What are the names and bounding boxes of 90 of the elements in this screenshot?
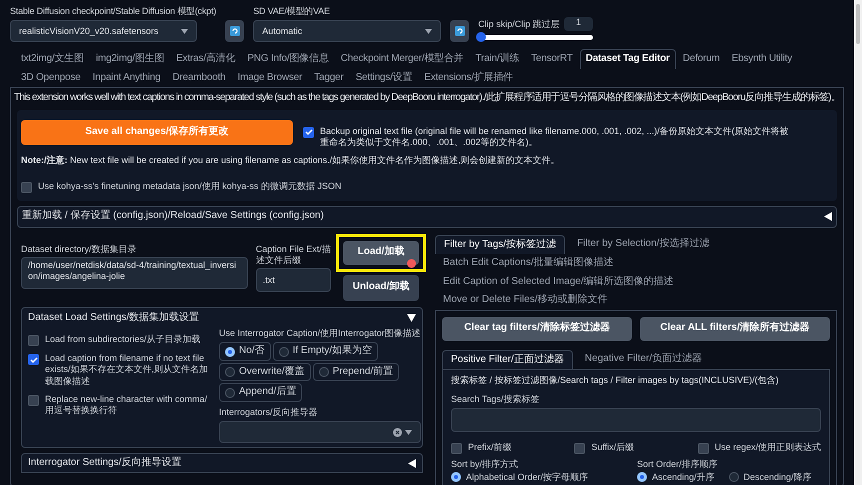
expand-icon[interactable] — [408, 458, 416, 468]
tab[interactable]: Checkpoint Merger/模型合并 — [336, 50, 468, 69]
checkbox[interactable] — [574, 442, 586, 454]
radio-option[interactable]: If Empty/如果为空 — [272, 342, 378, 361]
tab[interactable]: Train/训练 — [470, 50, 524, 69]
tab[interactable]: Filter by Selection/按选择过滤 — [569, 234, 718, 254]
tab[interactable]: Extras/高清化 — [171, 50, 240, 69]
tab[interactable]: Move or Delete Files/移动或删除文件 — [435, 291, 616, 310]
unload-button[interactable]: Unload/卸载 — [343, 274, 419, 300]
tab[interactable]: Ebsynth Utility — [726, 50, 797, 69]
model-dropdown[interactable]: Automatic — [253, 20, 442, 42]
checkbox-label: Backup original text file (original file will be renamed like filename.000, .001, .002, ...)/备份原始文本文件(原始文件将被重命名为类似于文件名.000、.001、.002等的文件名)。 — [320, 126, 790, 148]
note-text: Note:/注意: New text file will be created if you are using filename as captions./如果你使用文件名作为图像描述,则会创建新的文本文件。 — [21, 155, 561, 166]
checkbox[interactable] — [28, 394, 39, 406]
clear-button[interactable]: Clear tag filters/清除标签过滤器 — [442, 316, 632, 340]
checkbox[interactable] — [451, 442, 462, 454]
field-label: Stable Diffusion checkpoint/Stable Diffusion 模型(ckpt) — [10, 6, 216, 18]
caret-icon — [181, 28, 188, 34]
field-label: Dataset directory/数据集目录 — [21, 244, 138, 255]
clear-button[interactable]: Clear ALL filters/清除所有过滤器 — [640, 316, 830, 340]
directory-field[interactable]: /home/user/netdisk/data/sd-4/training/textual_inversion/images/angelina-jolie — [21, 256, 248, 289]
info-text: This extension works well with text captions in comma-separated style (such as the tags generated by DeepBooru interrogator)./此扩展程序适用于逗号分隔风格的图像描述文本(例如DeepBooru反向推导生成的标签)。 — [14, 92, 840, 105]
clear-icon[interactable] — [392, 428, 402, 436]
radio-label: Ascending/升序 — [652, 472, 715, 483]
extension-field[interactable]: .txt — [256, 268, 331, 292]
refresh-icon — [230, 26, 240, 36]
filter-heading: 搜索标签 / 按标签过滤图像/Search tags / Filter images by tags(INCLUSIVE)/(包含) — [451, 375, 780, 386]
radio-option[interactable]: Overwrite/覆盖 — [219, 362, 311, 382]
field-label: Caption File Ext/描述文件后缀 — [256, 244, 331, 266]
tab[interactable]: txt2img/文生图 — [16, 50, 89, 69]
tab[interactable]: 3D Openpose — [16, 68, 86, 88]
field-label: Sort by/排序方式 — [451, 458, 520, 470]
tab[interactable]: img2img/图生图 — [90, 50, 170, 69]
tab[interactable]: PNG Info/图像信息 — [242, 50, 334, 69]
tab[interactable]: Image Browser — [232, 68, 308, 88]
checkbox[interactable] — [698, 442, 709, 454]
search-tags-field[interactable] — [451, 408, 821, 432]
accordion-header[interactable]: Interrogator Settings/反向推导设置 — [21, 453, 423, 473]
checkbox-label: Replace new-line character with comma/用逗号替换换行符 — [45, 394, 208, 416]
field-label: Interrogators/反向推导器 — [219, 406, 319, 418]
tab[interactable]: Dreambooth — [167, 68, 231, 88]
field-label: Sort Order/排序顺序 — [637, 458, 719, 470]
model-dropdown[interactable]: realisticVisionV20_v20.safetensors — [10, 20, 197, 42]
checkbox[interactable] — [303, 126, 314, 138]
field-label: Search Tags/搜索标签 — [451, 394, 540, 406]
checkbox[interactable] — [21, 182, 32, 192]
tab[interactable]: Filter by Tags/按标签过滤 — [435, 234, 566, 254]
field-label: Use Interrogator Caption/使用Interrogator图像描述 — [219, 328, 421, 340]
load-button[interactable]: Load/加载 — [343, 240, 419, 264]
tab[interactable]: Batch Edit Captions/批量编辑图像描述 — [435, 254, 622, 272]
radio-label: Alphabetical Order/按字母顺序 — [466, 472, 588, 483]
slider[interactable] — [478, 35, 594, 40]
tab[interactable]: Tagger — [309, 68, 349, 88]
caret-icon — [425, 28, 432, 34]
radio-option[interactable]: Prepend/前置 — [312, 362, 400, 382]
checkbox[interactable] — [28, 354, 39, 365]
panel-title: Dataset Load Settings/数据集加载设置 — [28, 312, 200, 324]
checkbox-label: Use regex/使用正则表达式 — [714, 442, 822, 453]
tab[interactable]: Negative Filter/负面过滤器 — [576, 350, 710, 369]
tab[interactable]: Extensions/扩展插件 — [419, 68, 518, 88]
refresh-button[interactable] — [450, 20, 470, 42]
tab[interactable]: Settings/设置 — [350, 68, 418, 88]
tab[interactable]: Edit Caption of Selected Image/编辑所选图像的描述 — [435, 272, 682, 291]
refresh-button[interactable] — [225, 20, 244, 42]
checkbox[interactable] — [28, 335, 39, 346]
field-label: SD VAE/模型的VAE — [253, 6, 331, 18]
tab[interactable]: Dataset Tag Editor — [580, 49, 676, 69]
radio-button[interactable] — [451, 472, 461, 482]
refresh-icon — [454, 26, 465, 36]
accordion-header[interactable]: 重新加载 / 保存设置 (config.json)/Reload/Save Settings (config.json) — [17, 206, 837, 228]
radio-label: Descending/降序 — [744, 472, 812, 483]
tab[interactable]: Positive Filter/正面过滤器 — [442, 350, 573, 369]
radio-button[interactable] — [637, 472, 647, 482]
checkbox-label: Suffix/后缀 — [591, 442, 634, 453]
checkbox-label: Prefix/前缀 — [468, 442, 512, 453]
scrollbar[interactable] — [854, 0, 862, 485]
tab[interactable]: Inpaint Anything — [88, 68, 166, 88]
radio-button[interactable] — [728, 472, 739, 482]
checkbox-label: Load caption from filename if no text file exists/如果不存在文本文件,则从文件名加载图像描述 — [45, 353, 210, 387]
collapse-icon[interactable] — [407, 314, 416, 322]
expand-icon[interactable] — [824, 212, 832, 221]
number-field[interactable]: 1 — [564, 17, 594, 32]
caret-icon — [404, 430, 412, 434]
checkbox-label: Use kohya-ss's finetuning metadata json/使用 kohya-ss 的微调元数据 JSON — [38, 180, 342, 192]
checkbox-label: Load from subdirectories/从子目录加载 — [45, 334, 201, 346]
tab[interactable]: Deforum — [678, 50, 725, 69]
radio-option[interactable]: Append/后置 — [219, 383, 302, 402]
tab[interactable]: TensorRT — [526, 50, 578, 69]
field-label: Clip skip/Clip 跳过层 — [478, 18, 560, 30]
radio-option[interactable]: No/否 — [219, 342, 271, 361]
